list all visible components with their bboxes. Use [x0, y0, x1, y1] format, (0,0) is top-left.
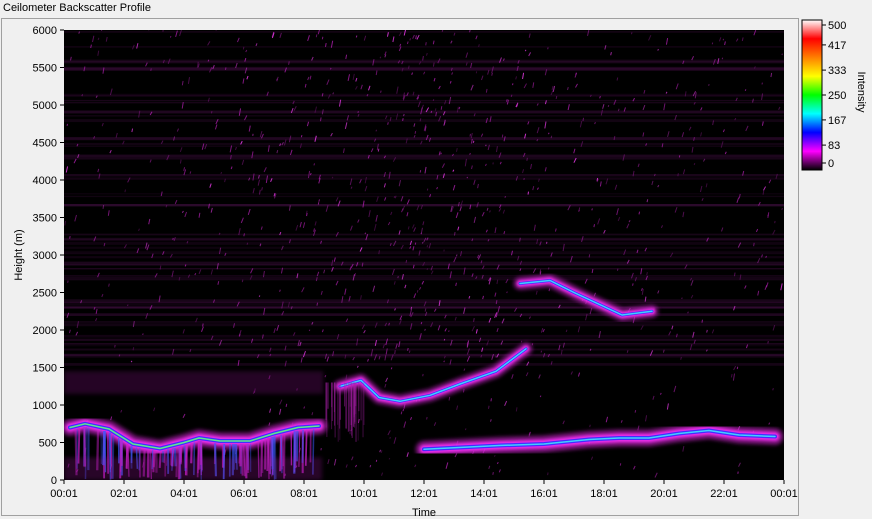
y-tick-label: 2000 — [33, 325, 57, 337]
x-tick-label: 10:01 — [350, 488, 378, 500]
x-tick-label: 02:01 — [110, 488, 138, 500]
colorbar-tick-label: 0 — [828, 158, 834, 170]
y-tick-label: 4500 — [33, 138, 57, 150]
y-tick-label: 5500 — [33, 63, 57, 75]
x-tick-label: 14:01 — [470, 488, 498, 500]
y-tick-label: 3500 — [33, 213, 57, 225]
y-tick-label: 6000 — [33, 25, 57, 37]
x-axis-label: Time — [412, 507, 436, 519]
colorbar-tick-label: 167 — [828, 115, 846, 127]
colorbar-label: Intensity — [855, 72, 867, 113]
y-tick-label: 500 — [39, 438, 57, 450]
colorbar-tick-label: 500 — [828, 20, 846, 32]
y-tick-label: 2500 — [33, 288, 57, 300]
x-tick-label: 20:01 — [650, 488, 678, 500]
y-tick-label: 4000 — [33, 175, 57, 187]
x-tick-label: 12:01 — [410, 488, 438, 500]
colorbar — [801, 19, 823, 171]
y-axis: 0 500 1000 1500 2000 2500 3000 3500 4000 4500 5000… — [33, 25, 64, 487]
y-tick-label: 5000 — [33, 100, 57, 112]
y-tick-label: 3000 — [33, 250, 57, 262]
x-tick-label: 04:01 — [170, 488, 198, 500]
x-tick-label: 16:01 — [530, 488, 558, 500]
x-axis: 00:01 02:01 04:01 06:01 08:01 10:01 12:01 14:01… — [50, 480, 798, 500]
colorbar-tick-label: 333 — [828, 65, 846, 77]
x-tick-label: 08:01 — [290, 488, 318, 500]
y-tick-label: 1000 — [33, 400, 57, 412]
y-tick-label: 1500 — [33, 363, 57, 375]
colorbar-tick-label: 250 — [828, 90, 846, 102]
x-tick-label: 00:01 — [50, 488, 78, 500]
colorbar-ticks: 0 83 167 250 333 417 500 — [822, 20, 846, 170]
colorbar-tick-label: 417 — [828, 40, 846, 52]
x-tick-label: 18:01 — [590, 488, 618, 500]
backscatter-chart: 0500100015002000250030003500400045005000… — [13, 19, 867, 519]
y-tick-label: 0 — [51, 475, 57, 487]
x-tick-label: 06:01 — [230, 488, 258, 500]
x-tick-label: 22:01 — [710, 488, 738, 500]
colorbar-tick-label: 83 — [828, 140, 840, 152]
y-axis-label: Height (m) — [13, 229, 25, 280]
x-tick-label: 00:01 — [770, 488, 798, 500]
